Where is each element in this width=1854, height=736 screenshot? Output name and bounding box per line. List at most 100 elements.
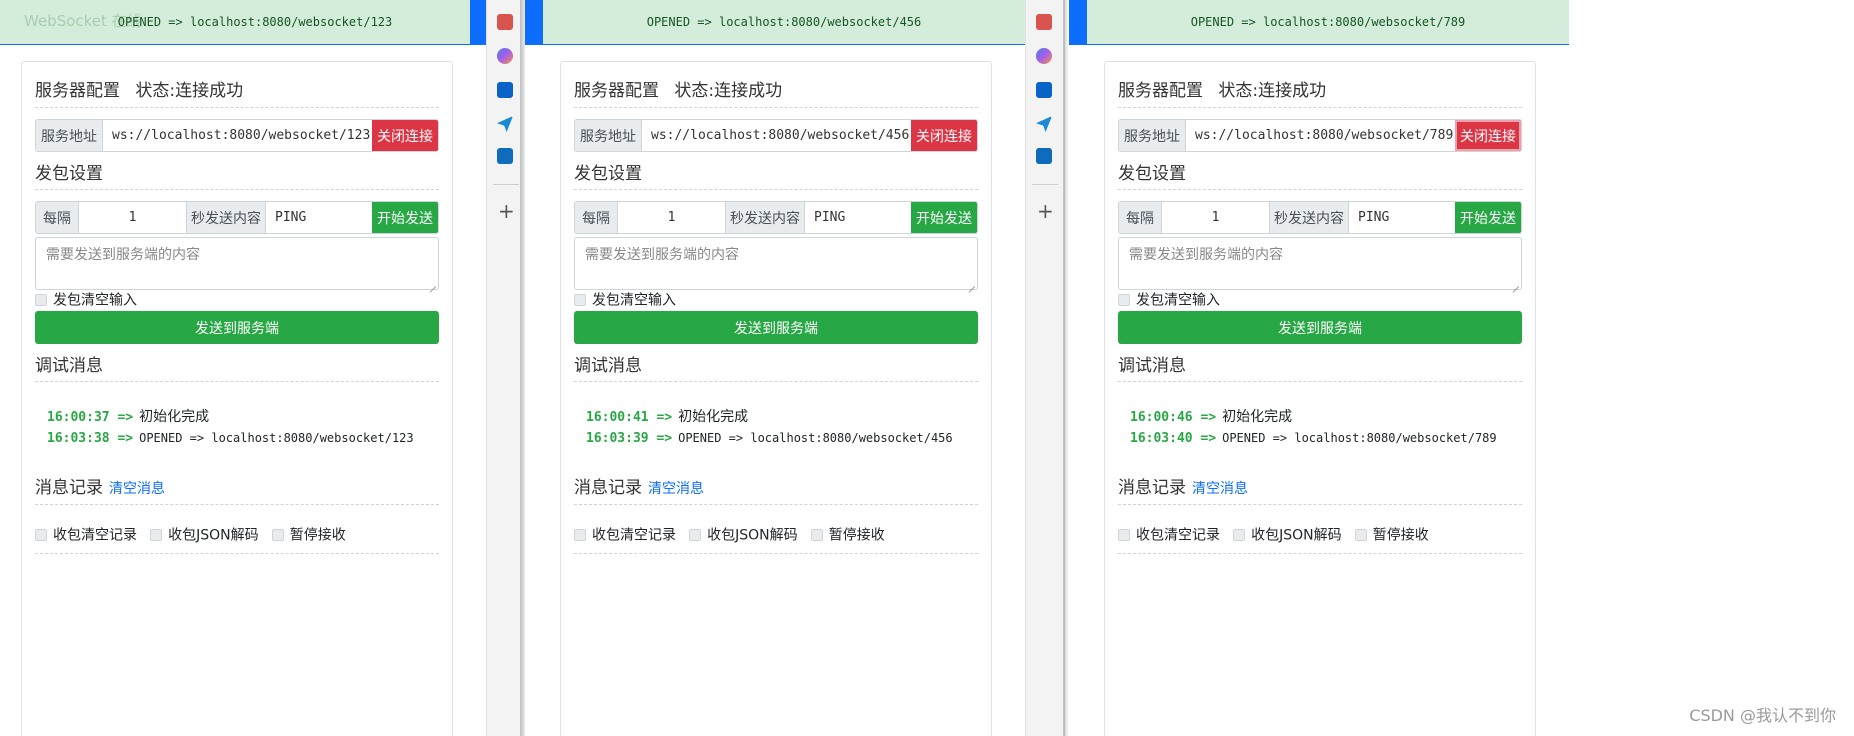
clear-messages-link[interactable]: 清空消息 <box>109 481 165 497</box>
close-connection-button[interactable]: 关闭连接 <box>1455 120 1521 151</box>
pause-receive-checkbox[interactable] <box>810 528 823 541</box>
divider <box>574 504 978 505</box>
add-icon[interactable]: + <box>498 201 515 221</box>
interval-input[interactable]: 1 <box>1162 202 1270 233</box>
message-textarea[interactable]: 需要发送到服务端的内容 <box>1118 237 1522 290</box>
log-time: 16:00:37 => <box>47 410 134 425</box>
clear-input-option[interactable]: 发包清空输入 <box>35 289 137 310</box>
copilot-icon[interactable] <box>497 48 513 64</box>
send-to-server-button[interactable]: 发送到服务端 <box>35 311 439 344</box>
toolbox-icon[interactable] <box>1036 14 1052 30</box>
seconds-send-label: 秒发送内容 <box>726 202 805 233</box>
clear-records-checkbox[interactable] <box>574 528 586 541</box>
send-settings-title: 发包设置 <box>35 164 103 184</box>
message-log-title: 消息记录 <box>574 478 642 498</box>
send-to-server-button[interactable]: 发送到服务端 <box>1118 311 1522 344</box>
log-text: OPENED => localhost:8080/websocket/123 <box>139 431 414 445</box>
interval-input[interactable]: 1 <box>79 202 187 233</box>
start-send-button[interactable]: 开始发送 <box>911 202 977 233</box>
add-icon[interactable]: + <box>1037 201 1054 221</box>
clear-input-checkbox[interactable] <box>574 293 586 306</box>
outlook-mail-icon[interactable] <box>497 148 513 164</box>
json-decode-checkbox[interactable] <box>150 528 163 541</box>
clear-input-checkbox[interactable] <box>1118 293 1130 306</box>
send-icon[interactable] <box>1036 116 1052 132</box>
clear-input-option[interactable]: 发包清空输入 <box>574 289 676 310</box>
message-log-header: 消息记录 清空消息 <box>1118 473 1248 498</box>
clear-messages-link[interactable]: 清空消息 <box>648 481 704 497</box>
server-config-title: 服务器配置 <box>1118 81 1203 101</box>
toast-text: OPENED => localhost:8080/websocket/789 <box>1190 15 1466 29</box>
send-icon[interactable] <box>497 116 513 132</box>
every-label: 每隔 <box>36 202 79 233</box>
close-connection-button[interactable]: 关闭连接 <box>911 120 977 151</box>
json-decode-checkbox[interactable] <box>1233 528 1246 541</box>
config-card: 服务器配置 状态:连接成功 服务地址 ws://localhost:8080/w… <box>560 61 992 736</box>
divider <box>1118 381 1522 382</box>
resize-grip-icon[interactable] <box>1511 279 1519 287</box>
divider <box>1118 189 1522 190</box>
ping-content-input[interactable]: PING <box>266 202 372 233</box>
json-decode-checkbox[interactable] <box>689 528 702 541</box>
window-2: OPENED => localhost:8080/websocket/456 服… <box>525 0 1025 736</box>
clear-records-label: 收包清空记录 <box>53 527 137 544</box>
start-send-button[interactable]: 开始发送 <box>372 202 438 233</box>
every-label: 每隔 <box>1119 202 1162 233</box>
status-value: 连接成功 <box>1258 81 1327 101</box>
config-card: 服务器配置 状态:连接成功 服务地址 ws://localhost:8080/w… <box>21 61 453 736</box>
message-textarea[interactable]: 需要发送到服务端的内容 <box>35 237 439 290</box>
toolbox-icon[interactable] <box>497 14 513 30</box>
ping-content-input[interactable]: PING <box>805 202 911 233</box>
interval-input[interactable]: 1 <box>618 202 726 233</box>
outlook-mail-icon[interactable] <box>1036 148 1052 164</box>
server-address-input[interactable]: ws://localhost:8080/websocket/456 <box>642 120 911 151</box>
log-entry: 16:00:37 => 初始化完成 <box>47 406 209 426</box>
send-interval-group: 每隔 1 秒发送内容 PING 开始发送 <box>574 201 978 234</box>
divider <box>1118 553 1522 554</box>
pause-receive-checkbox[interactable] <box>271 528 284 541</box>
clear-records-label: 收包清空记录 <box>1136 527 1220 544</box>
divider <box>35 189 439 190</box>
log-time: 16:03:39 => <box>586 431 673 446</box>
server-address-group: 服务地址 ws://localhost:8080/websocket/789 关… <box>1118 119 1522 152</box>
divider <box>1118 504 1522 505</box>
message-textarea[interactable]: 需要发送到服务端的内容 <box>574 237 978 290</box>
seconds-send-label: 秒发送内容 <box>1270 202 1349 233</box>
outlook-icon[interactable] <box>497 82 513 98</box>
pause-receive-checkbox[interactable] <box>1354 528 1367 541</box>
textarea-placeholder: 需要发送到服务端的内容 <box>585 247 739 263</box>
status-label: 状态: <box>135 81 176 101</box>
divider <box>35 553 439 554</box>
config-card: 服务器配置 状态:连接成功 服务地址 ws://localhost:8080/w… <box>1104 61 1536 736</box>
pause-receive-label: 暂停接收 <box>1372 527 1429 544</box>
clear-input-checkbox[interactable] <box>35 293 47 306</box>
server-address-label: 服务地址 <box>575 120 642 151</box>
server-config-header: 服务器配置 状态:连接成功 <box>1118 76 1326 101</box>
close-connection-button[interactable]: 关闭连接 <box>372 120 438 151</box>
clear-input-option[interactable]: 发包清空输入 <box>1118 289 1220 310</box>
ping-content-input[interactable]: PING <box>1349 202 1455 233</box>
window-1: WebSocket 在线 OPENED => localhost:8080/we… <box>0 0 486 736</box>
divider <box>574 381 978 382</box>
json-decode-label: 收包JSON解码 <box>707 527 798 544</box>
outlook-icon[interactable] <box>1036 82 1052 98</box>
resize-grip-icon[interactable] <box>428 279 436 287</box>
server-config-header: 服务器配置 状态:连接成功 <box>574 76 782 101</box>
clear-records-checkbox[interactable] <box>35 528 47 541</box>
divider <box>35 381 439 382</box>
status-value: 连接成功 <box>714 81 783 101</box>
clear-records-checkbox[interactable] <box>1118 528 1130 541</box>
resize-grip-icon[interactable] <box>967 279 975 287</box>
status-label: 状态: <box>1218 81 1259 101</box>
clear-input-label: 发包清空输入 <box>53 292 137 309</box>
log-text: 初始化完成 <box>139 409 210 425</box>
server-address-input[interactable]: ws://localhost:8080/websocket/123 <box>103 120 372 151</box>
clear-messages-link[interactable]: 清空消息 <box>1192 481 1248 497</box>
start-send-button[interactable]: 开始发送 <box>1455 202 1521 233</box>
server-address-input[interactable]: ws://localhost:8080/websocket/789 <box>1186 120 1455 151</box>
debug-messages-title: 调试消息 <box>574 356 642 376</box>
send-to-server-button[interactable]: 发送到服务端 <box>574 311 978 344</box>
divider <box>574 107 978 108</box>
log-entry: 16:00:41 => 初始化完成 <box>586 406 748 426</box>
copilot-icon[interactable] <box>1036 48 1052 64</box>
